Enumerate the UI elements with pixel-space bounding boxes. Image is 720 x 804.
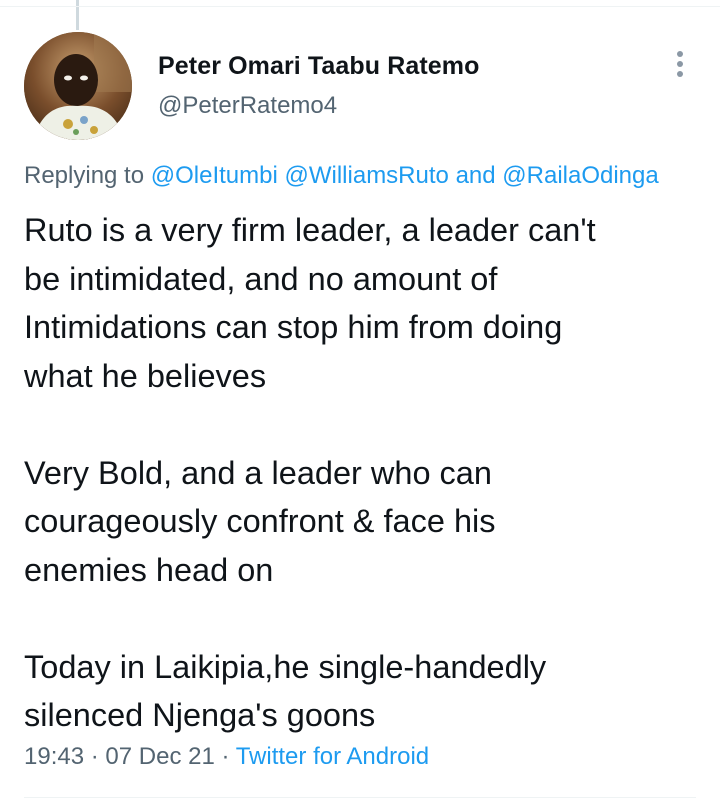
top-divider [0, 6, 720, 7]
avatar-photo [24, 32, 132, 140]
replying-to-label: Replying to [24, 162, 145, 189]
tweet-line: Ruto is a very firm leader, a leader can… [24, 212, 596, 248]
tweet-text: Ruto is a very firm leader, a leader can… [24, 206, 704, 740]
author-name[interactable]: Peter Omari Taabu Ratemo [158, 52, 479, 81]
replying-to: Replying to @OleItumbi @WilliamsRuto and… [24, 162, 659, 190]
bottom-divider [24, 797, 696, 798]
meta-separator: · [221, 743, 230, 770]
mention-link[interactable]: @RailaOdinga [502, 162, 658, 189]
mention-link[interactable]: @WilliamsRuto [285, 162, 449, 189]
tweet-line: silenced Njenga's goons [24, 697, 376, 733]
author-handle[interactable]: @PeterRatemo4 [158, 92, 337, 120]
tweet-source-link[interactable]: Twitter for Android [236, 743, 429, 770]
tweet-line: enemies head on [24, 551, 274, 588]
tweet-line: Intimidations can stop him from doing [24, 309, 563, 345]
tweet-line: what he believes [24, 357, 267, 394]
mention-link[interactable]: @OleItumbi [151, 162, 278, 189]
tweet-line: Today in Laikipia,he single-handedly [24, 648, 547, 685]
more-vertical-icon [677, 51, 683, 77]
tweet-metadata: 19:43 · 07 Dec 21 · Twitter for Android [24, 743, 429, 771]
replying-to-joiner[interactable]: and [456, 162, 496, 189]
more-options-button[interactable] [662, 44, 698, 84]
thread-connector-line [76, 0, 79, 30]
author-avatar[interactable] [24, 32, 132, 140]
tweet-line: Very Bold, and a leader who can [24, 454, 492, 491]
tweet-time[interactable]: 19:43 [24, 743, 84, 770]
tweet-line: be intimidated, and no amount of [24, 260, 498, 297]
meta-separator: · [90, 743, 99, 770]
tweet-line: courageously confront & face his [24, 503, 496, 539]
tweet-date[interactable]: 07 Dec 21 [105, 743, 214, 770]
